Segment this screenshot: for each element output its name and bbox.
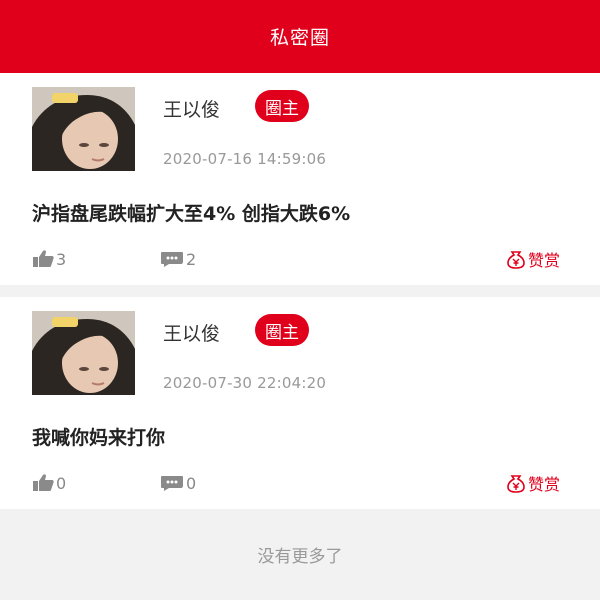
post-card[interactable]: 王以俊 圈主 2020-07-16 14:59:06 沪指盘尾跌幅扩大至4% 创… — [0, 73, 600, 285]
reward-button[interactable]: 赞赏 — [506, 247, 560, 271]
owner-badge: 圈主 — [255, 90, 309, 122]
post-divider — [0, 285, 600, 297]
author-name[interactable]: 王以俊 — [163, 319, 220, 346]
reward-button[interactable]: 赞赏 — [506, 471, 560, 495]
thumbs-up-icon — [32, 474, 56, 492]
owner-badge: 圈主 — [255, 314, 309, 346]
end-of-list: 没有更多了 — [0, 509, 600, 600]
avatar[interactable] — [32, 311, 135, 395]
like-button[interactable]: 0 — [32, 471, 66, 495]
timestamp: 2020-07-16 14:59:06 — [163, 150, 327, 168]
comment-button[interactable]: 0 — [160, 471, 196, 495]
comment-button[interactable]: 2 — [160, 247, 196, 271]
post-content[interactable]: 我喊你妈来打你 — [32, 423, 165, 450]
reward-label: 赞赏 — [527, 251, 560, 270]
reward-label: 赞赏 — [527, 475, 560, 494]
post-card[interactable]: 王以俊 圈主 2020-07-30 22:04:20 我喊你妈来打你 0 0 赞… — [0, 297, 600, 509]
like-count: 0 — [56, 473, 67, 493]
like-button[interactable]: 3 — [32, 247, 66, 271]
post-content[interactable]: 沪指盘尾跌幅扩大至4% 创指大跌6% — [32, 199, 350, 226]
top-header: 私密圈 — [0, 0, 600, 73]
comment-count: 2 — [186, 249, 197, 269]
comment-icon — [160, 250, 186, 268]
money-bag-icon — [506, 249, 528, 269]
thumbs-up-icon — [32, 250, 56, 268]
no-more-text: 没有更多了 — [257, 547, 343, 567]
money-bag-icon — [506, 473, 528, 493]
comment-count: 0 — [186, 473, 197, 493]
app-root: 私密圈 王以俊 圈主 2020-07-16 14:59:06 沪指盘尾跌幅扩大至… — [0, 0, 600, 600]
like-count: 3 — [56, 249, 67, 269]
author-name[interactable]: 王以俊 — [163, 95, 220, 122]
comment-icon — [160, 474, 186, 492]
timestamp: 2020-07-30 22:04:20 — [163, 374, 327, 392]
avatar[interactable] — [32, 87, 135, 171]
page-title: 私密圈 — [269, 27, 330, 49]
